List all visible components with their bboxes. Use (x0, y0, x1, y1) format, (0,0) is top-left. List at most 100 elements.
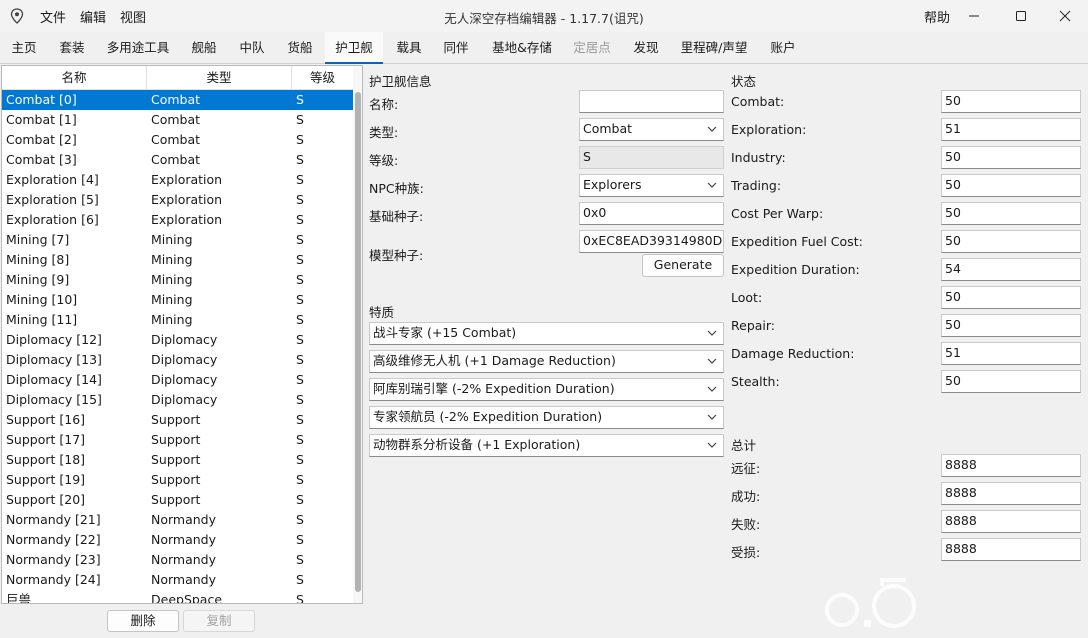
frigate-list[interactable]: 名称 类型 等级 Combat [0] Combat S Combat [1] Comb… (1, 65, 363, 604)
item-type: Combat (151, 152, 201, 167)
item-name: Diplomacy [15] (6, 392, 102, 407)
totals-heading: 总计 (731, 438, 757, 453)
list-item[interactable]: Mining [9] Mining S (2, 270, 353, 290)
copy-button[interactable]: 复制 (183, 610, 255, 632)
item-type: Diplomacy (151, 352, 218, 367)
total-field[interactable]: 8888 (941, 510, 1081, 533)
total-field[interactable]: 8888 (941, 538, 1081, 561)
stat-field[interactable]: 50 (941, 286, 1081, 309)
tab-starships[interactable]: 舰船 (184, 32, 224, 64)
base-seed-field[interactable]: 0x0 (579, 202, 724, 225)
tab-discovery[interactable]: 发现 (626, 32, 666, 64)
list-item[interactable]: Exploration [5] Exploration S (2, 190, 353, 210)
tab-home[interactable]: 主页 (4, 32, 44, 64)
tab-bases-storage[interactable]: 基地&存储 (484, 32, 560, 64)
total-field[interactable]: 8888 (941, 454, 1081, 477)
menu-edit[interactable]: 编辑 (80, 7, 106, 26)
stat-field[interactable]: 50 (941, 174, 1081, 197)
stat-label: Cost Per Warp: (731, 206, 824, 221)
list-item[interactable]: Support [20] Support S (2, 490, 353, 510)
list-item[interactable]: Exploration [6] Exploration S (2, 210, 353, 230)
stat-label: Combat: (731, 94, 785, 109)
name-field[interactable] (579, 90, 724, 113)
total-label: 远征: (731, 461, 761, 476)
menu-view[interactable]: 视图 (120, 7, 146, 26)
scrollbar-thumb[interactable] (355, 92, 361, 592)
list-item[interactable]: Diplomacy [12] Diplomacy S (2, 330, 353, 350)
tab-multitool[interactable]: 多用途工具 (100, 32, 176, 64)
tab-milestones[interactable]: 里程碑/声望 (674, 32, 754, 64)
item-name: Support [17] (6, 432, 86, 447)
list-item[interactable]: Combat [2] Combat S (2, 130, 353, 150)
list-item[interactable]: Exploration [4] Exploration S (2, 170, 353, 190)
tab-vehicles[interactable]: 载具 (389, 32, 429, 64)
list-item[interactable]: Diplomacy [13] Diplomacy S (2, 350, 353, 370)
list-item[interactable]: Support [19] Support S (2, 470, 353, 490)
list-item[interactable]: Combat [3] Combat S (2, 150, 353, 170)
type-select-value: Combat (583, 121, 633, 136)
item-name: Mining [11] (6, 312, 78, 327)
watermark-logo (822, 572, 1084, 634)
model-seed-field[interactable]: 0xEC8EAD39314980D2 (579, 230, 724, 253)
stat-field[interactable]: 50 (941, 90, 1081, 113)
tab-frigates[interactable]: 护卫舰 (325, 32, 383, 64)
list-item[interactable]: Normandy [21] Normandy S (2, 510, 353, 530)
chevron-down-icon (707, 330, 717, 336)
maximize-button[interactable] (998, 0, 1044, 32)
item-name: Normandy [23] (6, 552, 101, 567)
stat-field[interactable]: 51 (941, 118, 1081, 141)
list-item[interactable]: Mining [11] Mining S (2, 310, 353, 330)
item-grade: S (296, 432, 304, 447)
item-type: Mining (151, 252, 193, 267)
stat-field[interactable]: 50 (941, 314, 1081, 337)
delete-button[interactable]: 删除 (107, 610, 179, 632)
tab-account[interactable]: 账户 (762, 32, 804, 64)
trait-select-4[interactable]: 专家领航员 (-2% Expedition Duration) (369, 406, 724, 429)
trait-select-3[interactable]: 阿库别瑞引擎 (-2% Expedition Duration) (369, 378, 724, 401)
list-item[interactable]: 巨兽 DeepSpace S (2, 590, 353, 603)
trait-select-1[interactable]: 战斗专家 (+15 Combat) (369, 322, 724, 345)
column-header-name[interactable]: 名称 (2, 66, 147, 90)
list-scrollbar[interactable] (353, 66, 362, 603)
list-item[interactable]: Combat [0] Combat S (2, 90, 353, 110)
type-select[interactable]: Combat (579, 118, 724, 141)
list-item[interactable]: Support [17] Support S (2, 430, 353, 450)
list-item[interactable]: Normandy [23] Normandy S (2, 550, 353, 570)
list-item[interactable]: Support [18] Support S (2, 450, 353, 470)
close-button[interactable] (1042, 0, 1088, 32)
list-item[interactable]: Normandy [24] Normandy S (2, 570, 353, 590)
list-item[interactable]: Diplomacy [14] Diplomacy S (2, 370, 353, 390)
menu-file[interactable]: 文件 (40, 7, 66, 26)
list-item[interactable]: Mining [10] Mining S (2, 290, 353, 310)
list-item[interactable]: Diplomacy [15] Diplomacy S (2, 390, 353, 410)
column-header-type[interactable]: 类型 (147, 66, 292, 90)
total-field[interactable]: 8888 (941, 482, 1081, 505)
stat-field[interactable]: 54 (941, 258, 1081, 281)
list-item[interactable]: Normandy [22] Normandy S (2, 530, 353, 550)
stat-field[interactable]: 50 (941, 202, 1081, 225)
tab-exosuit[interactable]: 套装 (50, 32, 94, 64)
stat-field[interactable]: 50 (941, 370, 1081, 393)
minimize-button[interactable] (951, 0, 997, 32)
list-item[interactable]: Combat [1] Combat S (2, 110, 353, 130)
stat-field[interactable]: 51 (941, 342, 1081, 365)
stat-field[interactable]: 50 (941, 146, 1081, 169)
trait-select-5[interactable]: 动物群系分析设备 (+1 Exploration) (369, 434, 724, 457)
list-item[interactable]: Mining [8] Mining S (2, 250, 353, 270)
list-item[interactable]: Support [16] Support S (2, 410, 353, 430)
tab-companions[interactable]: 同伴 (436, 32, 476, 64)
item-type: Exploration (151, 172, 223, 187)
list-item[interactable]: Mining [7] Mining S (2, 230, 353, 250)
tab-squadron[interactable]: 中队 (232, 32, 272, 64)
menu-help[interactable]: 帮助 (924, 7, 950, 26)
tab-settlements[interactable]: 定居点 (568, 32, 616, 64)
npc-race-select[interactable]: Explorers (579, 174, 724, 197)
tab-freighter[interactable]: 货船 (280, 32, 320, 64)
generate-button[interactable]: Generate (642, 254, 724, 277)
app-icon[interactable] (10, 8, 24, 24)
column-header-grade[interactable]: 等级 (292, 66, 353, 90)
item-type: Support (151, 452, 201, 467)
stat-field[interactable]: 50 (941, 230, 1081, 253)
item-name: Normandy [24] (6, 572, 101, 587)
trait-select-2[interactable]: 高级维修无人机 (+1 Damage Reduction) (369, 350, 724, 373)
